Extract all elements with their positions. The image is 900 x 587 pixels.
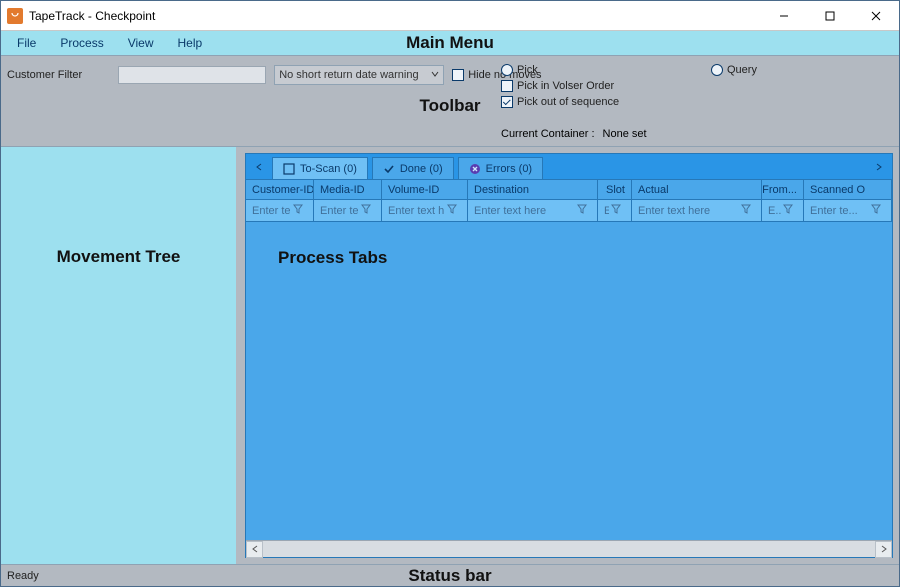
funnel-icon[interactable] bbox=[361, 204, 375, 217]
customer-filter-input[interactable] bbox=[118, 66, 266, 84]
col-volume-id[interactable]: Volume-ID bbox=[382, 180, 468, 199]
filter-volume-id[interactable] bbox=[388, 205, 445, 217]
tab-to-scan[interactable]: To-Scan (0) bbox=[272, 157, 368, 179]
app-window: TapeTrack - Checkpoint File Process View… bbox=[0, 0, 900, 587]
col-from[interactable]: From... bbox=[762, 180, 804, 199]
overlay-toolbar: Toolbar bbox=[419, 96, 480, 116]
close-button[interactable] bbox=[853, 1, 899, 31]
tab-scroll-left[interactable] bbox=[250, 154, 268, 179]
col-scanned-o[interactable]: Scanned O bbox=[804, 180, 892, 199]
titlebar: TapeTrack - Checkpoint bbox=[1, 1, 899, 31]
filter-customer-id[interactable] bbox=[252, 205, 291, 217]
tab-scroll-right[interactable] bbox=[870, 154, 888, 179]
filter-destination[interactable] bbox=[474, 205, 575, 217]
app-icon bbox=[7, 8, 23, 24]
overlay-main-menu: Main Menu bbox=[406, 33, 494, 53]
overlay-status-bar: Status bar bbox=[408, 566, 491, 586]
menu-view[interactable]: View bbox=[118, 34, 164, 52]
tab-done[interactable]: Done (0) bbox=[372, 157, 454, 179]
col-destination[interactable]: Destination bbox=[468, 180, 598, 199]
grid-filter-row bbox=[246, 200, 892, 222]
warning-dropdown-value: No short return date warning bbox=[279, 69, 418, 81]
right-pane: To-Scan (0) Done (0) Errors (0) Customer… bbox=[239, 147, 899, 564]
filter-slot[interactable] bbox=[604, 205, 609, 217]
funnel-icon[interactable] bbox=[293, 204, 307, 217]
horizontal-scrollbar[interactable] bbox=[246, 540, 892, 557]
square-icon bbox=[283, 163, 295, 175]
movement-tree-pane[interactable]: Movement Tree bbox=[1, 147, 239, 564]
menubar: File Process View Help Main Menu bbox=[1, 31, 899, 55]
warning-dropdown[interactable]: No short return date warning bbox=[274, 65, 444, 85]
tabs-shell: To-Scan (0) Done (0) Errors (0) Customer… bbox=[245, 153, 893, 558]
tab-errors[interactable]: Errors (0) bbox=[458, 157, 543, 179]
chevron-down-icon bbox=[431, 69, 439, 81]
funnel-icon[interactable] bbox=[783, 204, 797, 217]
filter-from[interactable] bbox=[768, 205, 781, 217]
body-split: Movement Tree To-Scan (0) Done (0) bbox=[1, 147, 899, 564]
menu-file[interactable]: File bbox=[7, 34, 46, 52]
funnel-icon[interactable] bbox=[447, 204, 461, 217]
col-actual[interactable]: Actual bbox=[632, 180, 762, 199]
scroll-left-button[interactable] bbox=[246, 541, 263, 558]
overlay-movement-tree: Movement Tree bbox=[57, 247, 181, 267]
filter-scanned-o[interactable] bbox=[810, 205, 869, 217]
query-radio[interactable]: Query bbox=[711, 64, 757, 76]
status-ready: Ready bbox=[7, 570, 39, 582]
pick-out-of-sequence-checkbox[interactable]: Pick out of sequence bbox=[501, 96, 619, 108]
funnel-icon[interactable] bbox=[741, 204, 755, 217]
customer-filter-label: Customer Filter bbox=[7, 69, 82, 81]
pick-radio[interactable]: Pick bbox=[501, 64, 619, 76]
check-icon bbox=[383, 163, 395, 175]
funnel-icon[interactable] bbox=[871, 204, 885, 217]
minimize-button[interactable] bbox=[761, 1, 807, 31]
pick-volser-checkbox[interactable]: Pick in Volser Order bbox=[501, 80, 619, 92]
funnel-icon[interactable] bbox=[611, 204, 625, 217]
menu-process[interactable]: Process bbox=[50, 34, 113, 52]
toolbar: Customer Filter No short return date war… bbox=[1, 55, 899, 147]
filter-media-id[interactable] bbox=[320, 205, 359, 217]
overlay-process-tabs: Process Tabs bbox=[278, 248, 387, 268]
scroll-right-button[interactable] bbox=[875, 541, 892, 558]
col-customer-id[interactable]: Customer-ID bbox=[246, 180, 314, 199]
statusbar: Ready Status bar bbox=[1, 564, 899, 586]
menu-help[interactable]: Help bbox=[168, 34, 213, 52]
error-icon bbox=[469, 163, 481, 175]
grid-body[interactable]: Process Tabs bbox=[246, 222, 892, 540]
filter-actual[interactable] bbox=[638, 205, 739, 217]
col-media-id[interactable]: Media-ID bbox=[314, 180, 382, 199]
grid-header: Customer-ID Media-ID Volume-ID Destinati… bbox=[246, 180, 892, 200]
window-title: TapeTrack - Checkpoint bbox=[29, 9, 155, 23]
maximize-button[interactable] bbox=[807, 1, 853, 31]
col-slot[interactable]: Slot bbox=[598, 180, 632, 199]
funnel-icon[interactable] bbox=[577, 204, 591, 217]
tabs-row: To-Scan (0) Done (0) Errors (0) bbox=[246, 154, 892, 180]
current-container-label: Current Container : bbox=[501, 128, 595, 140]
current-container-value: None set bbox=[603, 128, 647, 140]
